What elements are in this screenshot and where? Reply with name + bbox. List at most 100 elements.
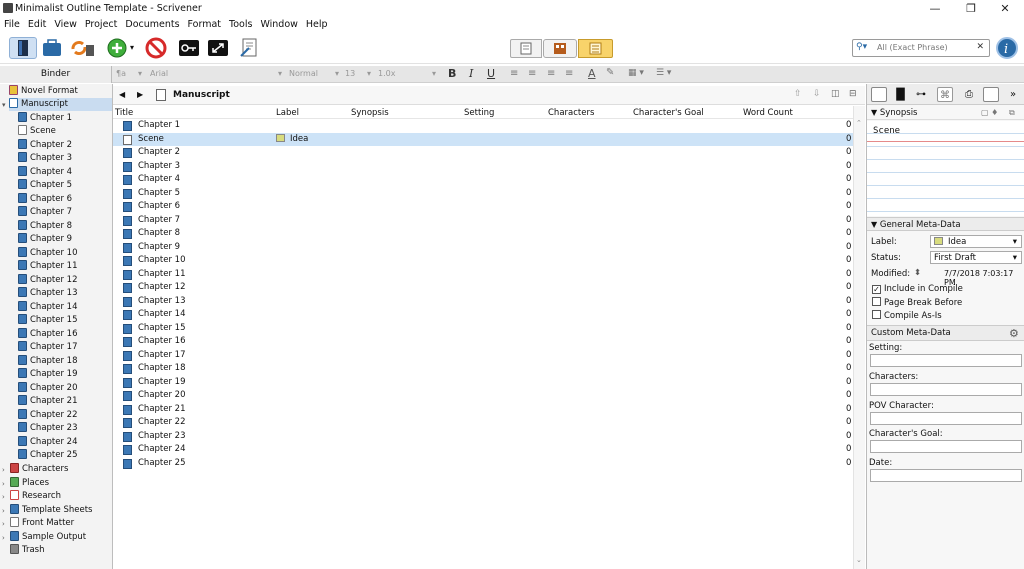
outline-row[interactable]: Chapter 23 0 xyxy=(113,430,853,444)
notes-tab-icon[interactable] xyxy=(871,87,887,102)
search-icon[interactable]: ⚲▾ xyxy=(856,42,867,52)
binder-item-chapter-8[interactable]: Chapter 8 xyxy=(18,220,72,233)
collections-button[interactable] xyxy=(40,37,64,59)
outline-row[interactable]: Chapter 20 xyxy=(113,146,853,160)
menu-help[interactable]: Help xyxy=(302,18,332,32)
snapshot-button[interactable] xyxy=(237,37,261,59)
outline-row[interactable]: Chapter 50 xyxy=(113,187,853,201)
outline-row[interactable]: Chapter 15 0 xyxy=(113,322,853,336)
binder-item-chapter-10[interactable]: Chapter 10 xyxy=(18,247,78,260)
expand-arrow-icon[interactable]: › xyxy=(2,493,5,501)
align-justify-icon[interactable]: ≡ xyxy=(565,68,573,79)
outline-row[interactable]: Chapter 17 0 xyxy=(113,349,853,363)
outline-row[interactable]: Chapter 30 xyxy=(113,160,853,174)
outline-row[interactable]: Chapter 25 0 xyxy=(113,457,853,471)
binder-item-chapter-25[interactable]: Chapter 25 xyxy=(18,449,78,462)
menu-tools[interactable]: Tools xyxy=(225,18,256,32)
move-up-icon[interactable]: ⇧ xyxy=(794,89,802,99)
style-dropdown-icon[interactable]: ▾ xyxy=(138,69,142,78)
line-spacing-select[interactable]: 1.0x xyxy=(378,69,395,78)
page-break-before-checkbox[interactable]: Page Break Before xyxy=(872,297,962,308)
clear-search-icon[interactable]: ✕ xyxy=(976,42,984,52)
style-selector[interactable]: ¶a xyxy=(116,69,126,78)
column-characters-goal[interactable]: Character's Goal xyxy=(633,108,704,118)
binder-item-research[interactable]: Research xyxy=(10,490,61,503)
font-size-select[interactable]: 13 xyxy=(345,69,355,78)
binder-item-characters[interactable]: Characters xyxy=(10,463,68,476)
outline-row[interactable]: Chapter 18 0 xyxy=(113,362,853,376)
disclosure-triangle-icon[interactable]: ▼ xyxy=(871,108,877,117)
outline-row[interactable]: Chapter 14 0 xyxy=(113,308,853,322)
view-mode-corkboard[interactable] xyxy=(543,39,577,58)
column-label[interactable]: Label xyxy=(276,108,299,118)
align-left-icon[interactable]: ≡ xyxy=(510,68,518,79)
disclosure-triangle-icon[interactable]: ▼ xyxy=(871,220,877,229)
view-mode-scrivenings[interactable] xyxy=(510,39,542,58)
inspector-toggle-button[interactable]: i xyxy=(996,37,1018,59)
minimize-button[interactable]: — xyxy=(918,2,952,16)
expand-arrow-icon[interactable]: › xyxy=(2,507,5,515)
synopsis-mode-icon[interactable]: ▢ ♦ xyxy=(981,106,998,120)
outline-row[interactable]: Chapter 40 xyxy=(113,173,853,187)
binder-item-chapter-23[interactable]: Chapter 23 xyxy=(18,422,78,435)
binder-item-chapter-4[interactable]: Chapter 4 xyxy=(18,166,72,179)
outline-row[interactable]: Chapter 10 0 xyxy=(113,254,853,268)
back-arrow-icon[interactable]: ◀ xyxy=(119,90,125,99)
full-screen-button[interactable] xyxy=(206,37,230,59)
outline-row[interactable]: Chapter 19 0 xyxy=(113,376,853,390)
date-field[interactable] xyxy=(870,469,1022,482)
search-box[interactable]: ⚲▾ All (Exact Phrase) ✕ xyxy=(852,39,990,57)
binder-item-chapter-7[interactable]: Chapter 7 xyxy=(18,206,72,219)
synopsis-image-icon[interactable]: ⧉ xyxy=(1009,106,1015,120)
binder-item-template-sheets[interactable]: Template Sheets xyxy=(10,504,93,517)
binder-item-chapter-24[interactable]: Chapter 24 xyxy=(18,436,78,449)
align-right-icon[interactable]: ≡ xyxy=(547,68,555,79)
general-metadata-header[interactable]: ▼ General Meta-Data xyxy=(867,217,1024,231)
keywords-button[interactable] xyxy=(177,37,201,59)
binder-item-chapter-5[interactable]: Chapter 5 xyxy=(18,179,72,192)
collapse-arrow-icon[interactable]: ▾ xyxy=(2,101,6,109)
column-synopsis[interactable]: Synopsis xyxy=(351,108,389,118)
binder-item-chapter-19[interactable]: Chapter 19 xyxy=(18,368,78,381)
synopsis-header[interactable]: ▼ Synopsis ▢ ♦ ⧉ xyxy=(867,106,1024,120)
column-word-count[interactable]: Word Count xyxy=(743,108,793,118)
close-window-button[interactable]: ✕ xyxy=(988,2,1022,16)
menu-documents[interactable]: Documents xyxy=(121,18,183,32)
binder-item-chapter-9[interactable]: Chapter 9 xyxy=(18,233,72,246)
binder-item-front-matter[interactable]: Front Matter xyxy=(10,517,74,530)
split-vertical-icon[interactable]: ◫ xyxy=(831,89,840,99)
binder-item-chapter-13[interactable]: Chapter 13 xyxy=(18,287,78,300)
menu-project[interactable]: Project xyxy=(81,18,122,32)
font-size-dropdown-icon[interactable]: ▾ xyxy=(335,69,339,78)
key-tab-icon[interactable]: ⊶ xyxy=(913,87,929,102)
gear-icon[interactable]: ⚙ xyxy=(1009,326,1019,341)
outline-row[interactable]: Chapter 11 0 xyxy=(113,268,853,282)
split-horizontal-icon[interactable]: ⊟ xyxy=(849,89,857,99)
outline-row[interactable]: Chapter 12 0 xyxy=(113,281,853,295)
scroll-up-arrow-icon[interactable]: ⌃ xyxy=(856,119,862,127)
binder-item-chapter-21[interactable]: Chapter 21 xyxy=(18,395,78,408)
binder-item-chapter-17[interactable]: Chapter 17 xyxy=(18,341,78,354)
italic-button[interactable]: I xyxy=(469,67,473,80)
binder-item-manuscript[interactable]: Manuscript xyxy=(9,98,112,111)
binder-item-sample-output[interactable]: Sample Output xyxy=(10,531,86,544)
view-mode-outliner[interactable] xyxy=(578,39,613,58)
delete-button[interactable] xyxy=(144,37,168,59)
outline-row[interactable]: Chapter 22 0 xyxy=(113,416,853,430)
compile-as-is-checkbox[interactable]: Compile As-Is xyxy=(872,310,942,321)
tag-tab-icon[interactable]: ⌘ xyxy=(937,87,953,102)
binder-item-chapter-11[interactable]: Chapter 11 xyxy=(18,260,78,273)
outline-row[interactable]: Chapter 13 0 xyxy=(113,295,853,309)
pov-character-field[interactable] xyxy=(870,412,1022,425)
comments-tab-icon[interactable] xyxy=(983,87,999,102)
expand-arrow-icon[interactable]: › xyxy=(2,534,5,542)
snapshot-tab-icon[interactable]: ⎙ xyxy=(961,87,977,102)
characters-goal-field[interactable] xyxy=(870,440,1022,453)
scroll-down-arrow-icon[interactable]: ⌄ xyxy=(856,556,862,564)
column-title[interactable]: Title xyxy=(115,108,133,118)
outline-row[interactable]: Chapter 80 xyxy=(113,227,853,241)
characters-field[interactable] xyxy=(870,383,1022,396)
add-button[interactable] xyxy=(106,37,128,59)
outline-row[interactable]: Chapter 16 0 xyxy=(113,335,853,349)
expand-arrow-icon[interactable]: › xyxy=(2,480,5,488)
